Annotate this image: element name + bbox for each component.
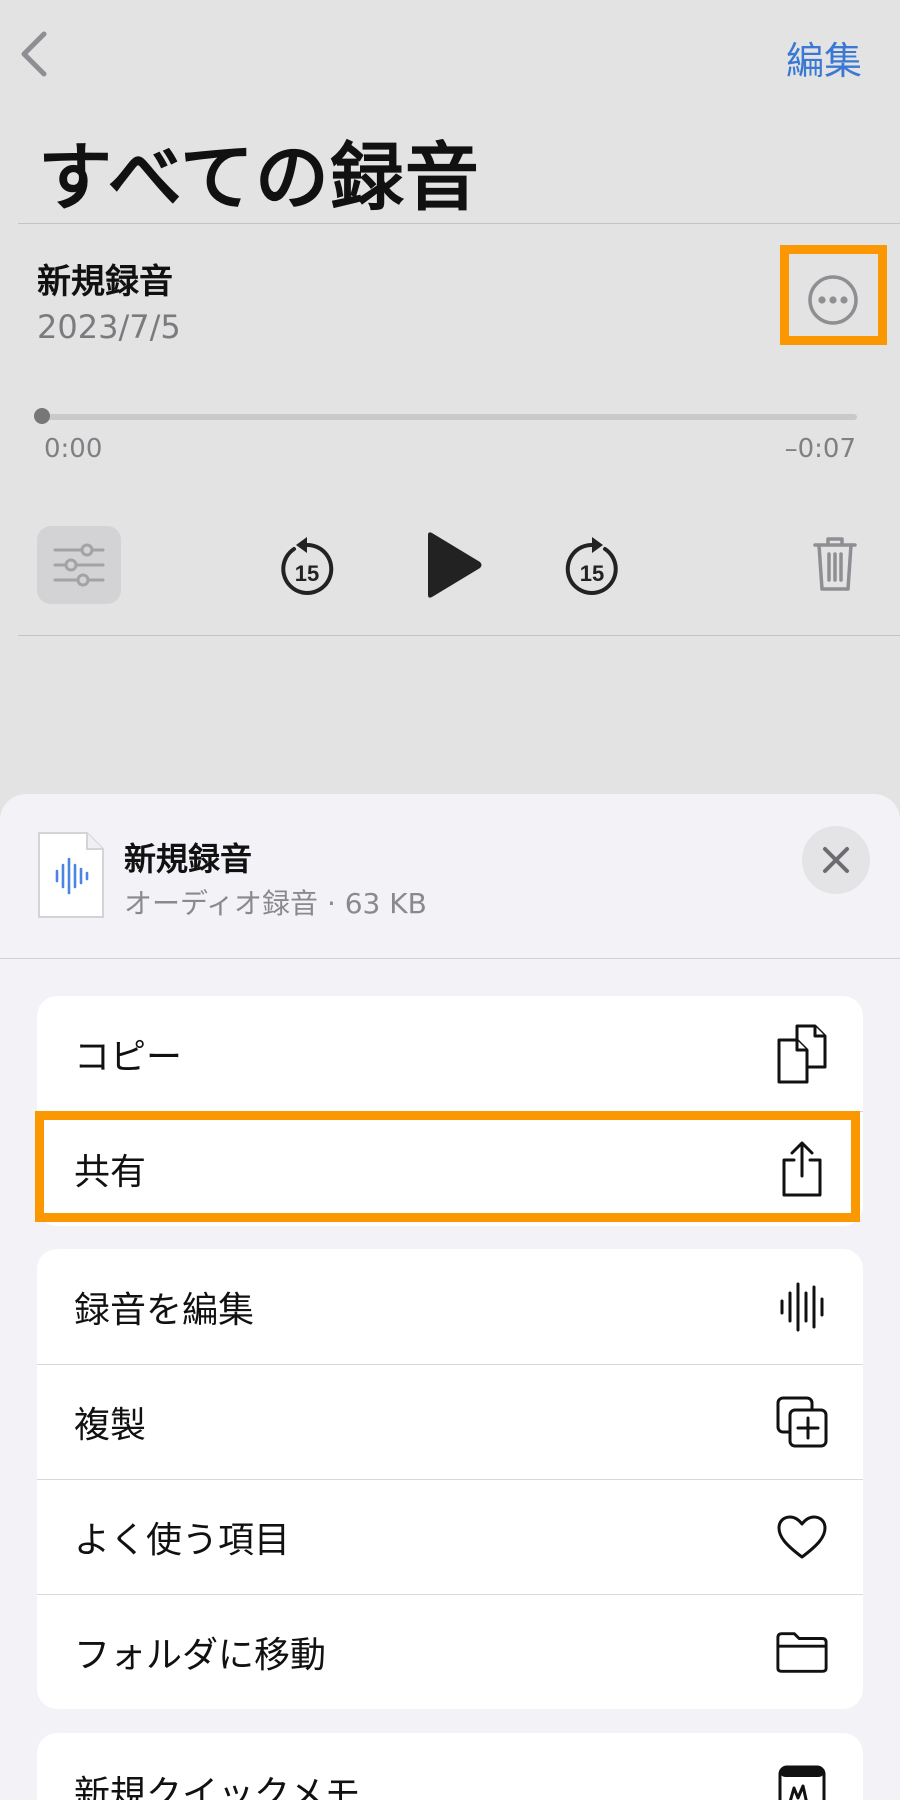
- folder-icon: [775, 1622, 829, 1682]
- quick-note-icon: [775, 1761, 829, 1800]
- sheet-title: 新規録音: [124, 840, 253, 878]
- action-copy[interactable]: コピー: [37, 996, 863, 1111]
- duplicate-icon: [775, 1392, 829, 1452]
- action-label: 録音を編集: [74, 1289, 255, 1331]
- sheet-subtitle: オーディオ録音 · 63 KB: [124, 887, 427, 920]
- back-button[interactable]: [14, 24, 58, 84]
- skip-forward-15-button[interactable]: 15: [563, 535, 621, 601]
- action-label: 新規クイックメモ: [74, 1773, 361, 1800]
- action-label: フォルダに移動: [74, 1635, 327, 1676]
- close-icon: [823, 847, 849, 873]
- scrubber-knob[interactable]: [34, 408, 50, 424]
- skip-back-15-button[interactable]: 15: [278, 535, 336, 601]
- action-duplicate[interactable]: 複製: [37, 1364, 863, 1479]
- highlight-share: [35, 1111, 860, 1222]
- play-button[interactable]: [424, 530, 484, 604]
- close-button[interactable]: [802, 826, 870, 894]
- edit-button[interactable]: 編集: [786, 30, 862, 85]
- action-label: よく使う項目: [74, 1520, 291, 1561]
- remaining-time: –0:07: [784, 434, 856, 464]
- skip-forward-seconds: 15: [580, 561, 604, 586]
- chevron-left-icon: [21, 31, 47, 77]
- action-group: 録音を編集 複製 よく使う項目 フォルダに移動: [37, 1249, 863, 1709]
- copy-icon: [775, 1024, 829, 1084]
- heart-icon: [775, 1507, 829, 1567]
- highlight-more-options: [780, 245, 887, 345]
- voice-memos-screen: 編集 すべての録音 新規録音 2023/7/5 0:00 –0:07 15 15…: [0, 0, 900, 1800]
- audio-file-icon: [37, 831, 105, 919]
- trash-icon: [813, 537, 857, 591]
- action-move-to-folder[interactable]: フォルダに移動: [37, 1594, 863, 1709]
- delete-button[interactable]: [812, 535, 858, 597]
- action-edit-recording[interactable]: 録音を編集: [37, 1249, 863, 1364]
- recording-date: 2023/7/5: [37, 308, 181, 346]
- sliders-icon: [53, 543, 105, 587]
- skip-back-icon: 15: [281, 537, 334, 595]
- playback-options-button[interactable]: [37, 526, 121, 604]
- sheet-divider: [0, 958, 900, 959]
- action-label: コピー: [74, 1036, 183, 1078]
- divider: [18, 635, 900, 636]
- playback-scrubber[interactable]: [42, 414, 857, 420]
- play-icon: [428, 532, 482, 598]
- action-group: 新規クイックメモ: [37, 1733, 863, 1800]
- action-favorite[interactable]: よく使う項目: [37, 1479, 863, 1594]
- divider: [18, 223, 900, 224]
- waveform-icon: [775, 1277, 829, 1337]
- recording-name[interactable]: 新規録音: [37, 254, 173, 303]
- elapsed-time: 0:00: [44, 434, 103, 464]
- action-label: 複製: [74, 1405, 147, 1446]
- action-new-quick-note[interactable]: 新規クイックメモ: [37, 1733, 863, 1800]
- skip-back-seconds: 15: [295, 561, 319, 586]
- page-title: すべての録音: [38, 135, 480, 221]
- skip-forward-icon: 15: [565, 537, 618, 595]
